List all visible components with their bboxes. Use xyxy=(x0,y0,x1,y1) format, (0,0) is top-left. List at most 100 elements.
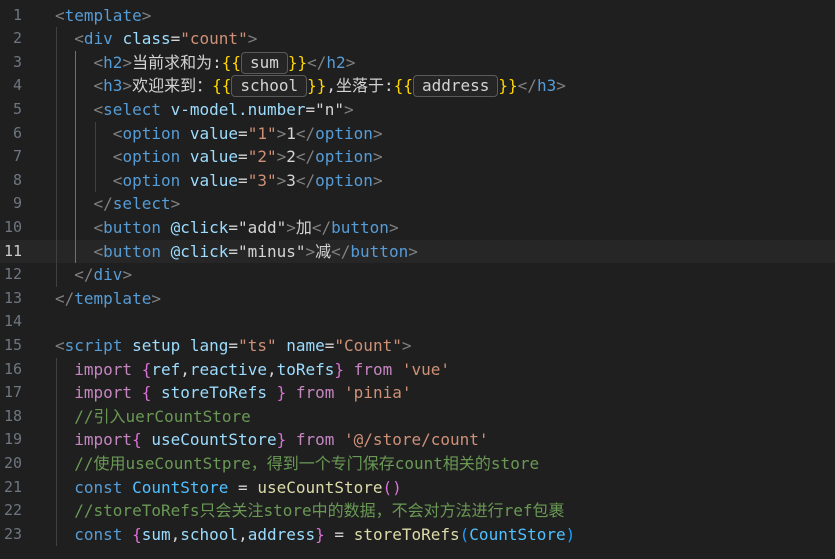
code-line[interactable]: 13 </template> xyxy=(0,287,835,311)
code-token: }} xyxy=(287,52,308,72)
line-number: 15 xyxy=(3,335,22,354)
code-token: }} xyxy=(307,76,327,96)
indent-guide xyxy=(75,50,77,264)
line-number: 20 xyxy=(3,453,22,472)
code-token: < xyxy=(74,29,84,49)
code-token: "Count" xyxy=(334,335,402,355)
code-line[interactable]: 19 import{ useCountStore} from '@/store/… xyxy=(0,428,835,452)
code-line[interactable]: 9 </select> xyxy=(0,192,835,216)
code-line[interactable]: 22 //storeToRefs只会关注store中的数据，不会对方法进行ref… xyxy=(0,499,835,523)
code-line[interactable]: 15 <script setup lang="ts" name="Count"> xyxy=(0,334,835,358)
code-token: < xyxy=(93,99,104,119)
code-token: > xyxy=(372,147,383,167)
code-line[interactable]: 5 <select v-model.number="n"> xyxy=(0,98,835,122)
code-token: template xyxy=(64,5,142,25)
code-token: '@/store/count' xyxy=(344,430,489,450)
code-token: > xyxy=(122,52,133,72)
code-text: </select> xyxy=(55,192,181,216)
code-line[interactable]: 1 <template> xyxy=(0,4,835,28)
code-token: school xyxy=(180,524,239,544)
code-text: <button @click="add">加</button> xyxy=(55,216,399,240)
code-token: from xyxy=(295,430,335,450)
code-token: setup xyxy=(132,335,181,355)
code-token: = xyxy=(305,99,316,119)
code-token: > xyxy=(170,194,181,214)
code-token: < xyxy=(112,147,123,167)
code-token: 2 xyxy=(286,147,296,167)
code-token: } xyxy=(276,430,287,450)
code-line[interactable]: 10 <button @click="add">加</button> xyxy=(0,216,835,240)
code-text: //引入uerCountStore xyxy=(55,405,251,429)
code-token: > xyxy=(372,170,383,190)
code-line[interactable]: 23 const {sum,school,address} = storeToR… xyxy=(0,523,835,547)
line-number: 13 xyxy=(3,288,22,307)
line-number: 5 xyxy=(12,99,22,118)
code-line[interactable]: 4 <h3>欢迎来到：{{school}},坐落于:{{address}}</h… xyxy=(0,74,835,98)
code-token: script xyxy=(64,335,123,355)
code-text: //storeToRefs只会关注store中的数据，不会对方法进行ref包裹 xyxy=(55,499,564,523)
code-line[interactable]: 21 const CountStore = useCountStore() xyxy=(0,476,835,500)
code-token: </ xyxy=(93,194,113,214)
code-token: h2 xyxy=(326,52,346,72)
code-token: sum xyxy=(141,524,171,544)
code-token: > xyxy=(305,241,316,261)
line-number: 23 xyxy=(3,524,22,543)
line-number: 11 xyxy=(3,241,22,260)
code-token: < xyxy=(55,335,65,355)
code-line[interactable]: 17 import { storeToRefs } from 'pinia' xyxy=(0,381,835,405)
code-line[interactable]: 2 <div class="count"> xyxy=(0,27,835,51)
code-token: > xyxy=(401,335,412,355)
code-token: 减 xyxy=(315,241,332,261)
code-token: , xyxy=(180,359,190,379)
code-line[interactable]: 18 //引入uerCountStore xyxy=(0,405,835,429)
code-token: { xyxy=(132,524,142,544)
code-token: > xyxy=(276,170,287,190)
line-number: 1 xyxy=(12,5,22,24)
code-token: class xyxy=(122,29,171,49)
indent-guide xyxy=(94,121,96,193)
code-token: > xyxy=(372,123,383,143)
code-line[interactable]: 20 //使用useCountStpre，得到一个专门保存count相关的sto… xyxy=(0,452,835,476)
code-line[interactable]: 3 <h2>当前求和为:{{sum}}</h2> xyxy=(0,51,835,75)
code-token: { xyxy=(141,383,152,403)
code-token: {{ xyxy=(212,76,232,96)
code-text: </div> xyxy=(55,263,132,287)
code-token: < xyxy=(112,170,123,190)
code-line[interactable]: 11 <button @click="minus">减</button> xyxy=(0,239,835,264)
indent-guide xyxy=(56,357,57,547)
code-token: > xyxy=(276,147,287,167)
code-token: ref xyxy=(151,359,181,379)
code-token: import xyxy=(74,383,133,403)
code-token: "add" xyxy=(238,217,287,237)
code-line[interactable]: 8 <option value="3">3</option> xyxy=(0,169,835,193)
code-line[interactable]: 16 import {ref,reactive,toRefs} from 'vu… xyxy=(0,358,835,382)
code-text: import { storeToRefs } from 'pinia' xyxy=(55,381,411,405)
code-token: < xyxy=(93,76,104,96)
code-token: , xyxy=(266,359,277,379)
code-text: <select v-model.number="n"> xyxy=(55,98,354,122)
code-token: value xyxy=(189,170,239,190)
code-token: h2 xyxy=(103,52,123,72)
code-text: const {sum,school,address} = storeToRefs… xyxy=(55,523,575,547)
code-token: button xyxy=(103,241,161,261)
code-token: = xyxy=(228,477,258,497)
code-token: </ xyxy=(311,217,332,237)
code-token: select xyxy=(103,99,161,119)
code-token: select xyxy=(112,194,171,214)
code-line[interactable]: 6 <option value="1">1</option> xyxy=(0,122,835,146)
code-token: , xyxy=(170,524,181,544)
line-number: 2 xyxy=(12,29,22,48)
code-token: {{ xyxy=(221,52,241,72)
code-line[interactable]: 7 <option value="2">2</option> xyxy=(0,145,835,169)
code-line[interactable]: 14 xyxy=(0,310,835,334)
code-editor[interactable]: 1 <template> 2 <div class="count"> 3 <h2>当前… xyxy=(0,0,835,559)
code-line[interactable]: 12 </div> xyxy=(0,263,835,287)
